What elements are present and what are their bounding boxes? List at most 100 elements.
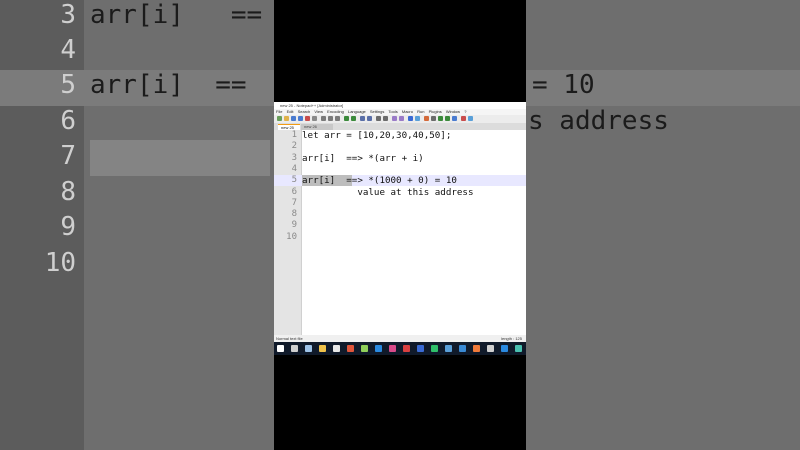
app-icon[interactable]: [347, 345, 354, 352]
app-icon[interactable]: [487, 345, 494, 352]
windows-taskbar: [274, 342, 526, 355]
menu-file[interactable]: File: [276, 109, 282, 114]
menu-run[interactable]: Run: [417, 109, 424, 114]
app-icon[interactable]: [459, 345, 466, 352]
line-text: value at this address: [302, 186, 474, 198]
chrome-icon[interactable]: [431, 345, 438, 352]
editor-line-current[interactable]: 5 arr[i] ==> *(1000 + 0) = 10: [274, 175, 526, 187]
editor-line[interactable]: 10: [274, 232, 526, 243]
windows-start-icon[interactable]: [277, 345, 284, 352]
menu-view[interactable]: View: [314, 109, 323, 114]
cut-icon[interactable]: [321, 116, 326, 121]
background-line-code: arr[i] ==: [90, 70, 247, 100]
editor-line[interactable]: 7: [274, 198, 526, 209]
word-wrap-icon[interactable]: [399, 116, 404, 121]
sync-scroll-icon[interactable]: [392, 116, 397, 121]
run-macro-icon[interactable]: [445, 116, 450, 121]
background-line-number: 9: [60, 212, 76, 242]
background-line-number: 5: [60, 70, 76, 100]
app-icon[interactable]: [473, 345, 480, 352]
app-icon[interactable]: [389, 345, 396, 352]
find-icon[interactable]: [360, 116, 365, 121]
save-macro-icon[interactable]: [452, 116, 457, 121]
editor-line[interactable]: 4: [274, 164, 526, 175]
menu-help[interactable]: ?: [464, 109, 466, 114]
play-macro-icon[interactable]: [438, 116, 443, 121]
folder-workspace-icon[interactable]: [468, 116, 473, 121]
function-list-icon[interactable]: [461, 116, 466, 121]
show-all-chars-icon[interactable]: [408, 116, 413, 121]
menu-settings[interactable]: Settings: [370, 109, 384, 114]
app-icon[interactable]: [333, 345, 340, 352]
window-titlebar: new 25 - Notepad++ [Administrator]: [274, 102, 526, 109]
undo-icon[interactable]: [344, 116, 349, 121]
background-line-number: 7: [60, 141, 76, 171]
background-line-right: = 10: [532, 70, 595, 100]
line-number: 4: [291, 163, 297, 174]
toolbar: [274, 115, 526, 123]
stop-macro-icon[interactable]: [431, 116, 436, 121]
editor-line[interactable]: 8: [274, 209, 526, 220]
replace-icon[interactable]: [367, 116, 372, 121]
background-line-number: 3: [60, 0, 76, 30]
paste-icon[interactable]: [335, 116, 340, 121]
menu-edit[interactable]: Edit: [287, 109, 294, 114]
notepadpp-icon[interactable]: [361, 345, 368, 352]
line-number: 9: [291, 220, 297, 231]
indent-guide-icon[interactable]: [415, 116, 420, 121]
background-line-number: 8: [60, 177, 76, 207]
menu-macro[interactable]: Macro: [402, 109, 413, 114]
file-explorer-icon[interactable]: [319, 345, 326, 352]
notepad-window: new 25 - Notepad++ [Administrator] File …: [274, 0, 526, 450]
line-text: let arr = [10,20,30,40,50];: [302, 130, 452, 141]
editor-line[interactable]: 1 let arr = [10,20,30,40,50];: [274, 130, 526, 141]
background-line-number: 10: [44, 248, 76, 278]
zoom-out-icon[interactable]: [383, 116, 388, 121]
background-line-code: arr[i] ==: [90, 0, 263, 30]
menu-plugins[interactable]: Plugins: [429, 109, 442, 114]
background-line-number: 6: [60, 106, 76, 136]
new-file-icon[interactable]: [277, 116, 282, 121]
app-icon[interactable]: [501, 345, 508, 352]
background-line-number: 4: [60, 35, 76, 65]
print-icon[interactable]: [312, 116, 317, 121]
record-macro-icon[interactable]: [424, 116, 429, 121]
search-icon[interactable]: [291, 345, 298, 352]
app-icon[interactable]: [403, 345, 410, 352]
editor-line[interactable]: 9: [274, 220, 526, 231]
save-all-icon[interactable]: [298, 116, 303, 121]
save-icon[interactable]: [291, 116, 296, 121]
window-title: new 25 - Notepad++ [Administrator]: [280, 103, 344, 108]
task-view-icon[interactable]: [305, 345, 312, 352]
text-editor[interactable]: 1 let arr = [10,20,30,40,50]; 2 3 arr[i]…: [274, 130, 526, 335]
line-number: 2: [291, 141, 297, 152]
menu-search[interactable]: Search: [298, 109, 311, 114]
menu-language[interactable]: Language: [348, 109, 366, 114]
menu-window[interactable]: Window: [446, 109, 460, 114]
status-file-type: Normal text file: [276, 336, 303, 341]
editor-line[interactable]: 2: [274, 141, 526, 152]
menu-tools[interactable]: Tools: [388, 109, 397, 114]
status-bar: Normal text file length : 125: [274, 335, 526, 342]
copy-icon[interactable]: [328, 116, 333, 121]
close-icon[interactable]: [305, 116, 310, 121]
line-number: 10: [286, 231, 297, 242]
background-line-right: s address: [528, 106, 669, 136]
app-icon[interactable]: [445, 345, 452, 352]
open-file-icon[interactable]: [284, 116, 289, 121]
app-icon[interactable]: [515, 345, 522, 352]
line-number: 1: [291, 130, 297, 140]
line-number: 8: [291, 209, 297, 220]
redo-icon[interactable]: [351, 116, 356, 121]
menu-encoding[interactable]: Encoding: [327, 109, 344, 114]
tab-label: new 26: [304, 124, 317, 129]
editor-line[interactable]: 6 value at this address: [274, 187, 526, 198]
line-number: 6: [291, 186, 297, 197]
vscode-icon[interactable]: [375, 345, 382, 352]
zoom-in-icon[interactable]: [376, 116, 381, 121]
line-text: arr[i] ==> *(1000 + 0) = 10: [302, 175, 457, 187]
line-number: 5: [291, 175, 297, 186]
editor-line[interactable]: 3 arr[i] ==> *(arr + i): [274, 153, 526, 164]
line-text: arr[i] ==> *(arr + i): [302, 152, 424, 164]
app-icon[interactable]: [417, 345, 424, 352]
